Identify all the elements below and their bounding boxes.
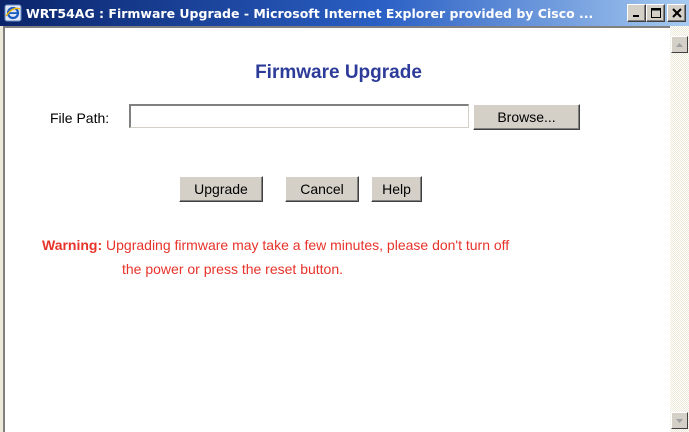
scroll-down-button[interactable] xyxy=(671,412,688,429)
minimize-button[interactable] xyxy=(627,4,646,22)
warning-message: Warning: Upgrading firmware may take a f… xyxy=(42,233,642,281)
warning-text-line2: the power or press the reset button. xyxy=(122,261,344,277)
close-button[interactable] xyxy=(667,4,686,22)
vertical-scrollbar[interactable] xyxy=(670,26,689,432)
cancel-button[interactable]: Cancel xyxy=(285,176,359,202)
warning-text-line1: Upgrading firmware may take a few minute… xyxy=(106,237,510,253)
maximize-icon xyxy=(650,8,661,18)
page-title: Firmware Upgrade xyxy=(255,62,422,83)
arrow-up-icon xyxy=(676,42,683,47)
browse-button[interactable]: Browse... xyxy=(473,104,580,130)
help-button[interactable]: Help xyxy=(371,176,422,202)
internet-explorer-icon xyxy=(4,4,22,22)
window-title: WRT54AG : Firmware Upgrade - Microsoft I… xyxy=(26,5,594,21)
page-content: Firmware Upgrade File Path: Browse... Up… xyxy=(3,26,670,432)
window-controls xyxy=(627,4,686,22)
file-path-input[interactable] xyxy=(129,104,469,128)
close-icon xyxy=(671,8,682,18)
file-path-label: File Path: xyxy=(50,110,110,126)
browser-window: WRT54AG : Firmware Upgrade - Microsoft I… xyxy=(0,0,689,432)
title-bar[interactable]: WRT54AG : Firmware Upgrade - Microsoft I… xyxy=(0,0,689,26)
maximize-button[interactable] xyxy=(646,4,665,22)
scroll-up-button[interactable] xyxy=(671,36,688,53)
arrow-down-icon xyxy=(676,418,683,423)
upgrade-button[interactable]: Upgrade xyxy=(179,176,263,202)
warning-label: Warning: xyxy=(42,237,103,253)
minimize-icon xyxy=(633,14,639,17)
